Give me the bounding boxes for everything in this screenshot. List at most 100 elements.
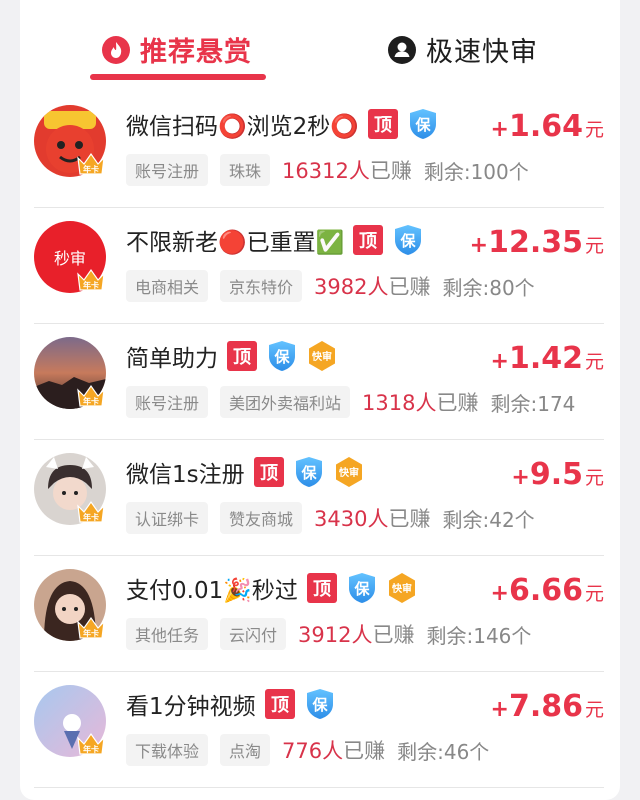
svg-text:年卡: 年卡: [83, 628, 99, 638]
user-icon: [388, 35, 416, 64]
svg-text:快审: 快审: [391, 582, 412, 595]
task-meta: 下载体验 点淘 776人已赚 剩余:46个: [126, 734, 489, 766]
task-row[interactable]: 年卡 微信扫码⭕浏览2秒⭕ 顶 保 + 1.64 元 账号注册 珠珠 16312人…: [34, 92, 604, 208]
task-category-tag: 下载体验: [126, 734, 209, 766]
task-title: 不限新老🔴已重置✅: [126, 230, 345, 256]
reward-amount: 9.5: [529, 457, 583, 492]
earned-number: 3982人: [314, 275, 389, 299]
task-merchant-tag: 赞友商城: [220, 502, 303, 534]
task-merchant-tag: 珠珠: [220, 154, 271, 186]
top-badge-icon: 顶: [367, 108, 399, 140]
reward-unit: 元: [584, 351, 604, 373]
earned-number: 1318人: [362, 391, 437, 415]
earned-count: 1318人已赚: [362, 387, 478, 417]
remaining-count: 剩余:146个: [426, 623, 532, 648]
reward-sign: +: [490, 117, 509, 142]
svg-text:保: 保: [300, 464, 317, 482]
task-meta: 电商相关 京东特价 3982人已赚 剩余:80个: [126, 270, 535, 302]
task-merchant-tag: 美团外卖福利站: [220, 386, 351, 418]
guarantee-shield-icon: 保: [346, 572, 378, 604]
task-category-tag: 其他任务: [126, 618, 209, 650]
task-title: 支付0.01🎉秒过: [126, 578, 298, 604]
svg-text:顶: 顶: [271, 695, 289, 716]
svg-text:保: 保: [273, 348, 290, 366]
task-merchant-tag: 云闪付: [220, 618, 287, 650]
svg-text:保: 保: [353, 580, 370, 598]
guarantee-shield-icon: 保: [266, 340, 298, 372]
reward-sign: +: [469, 233, 489, 258]
earned-suffix: 已赚: [388, 507, 431, 531]
task-merchant-tag: 点淘: [220, 734, 271, 766]
vip-crown-icon: 年卡: [74, 732, 108, 756]
top-badge-icon: 顶: [352, 224, 384, 256]
task-meta: 账号注册 美团外卖福利站 1318人已赚 剩余:174: [126, 386, 575, 418]
reward-unit: 元: [584, 583, 604, 605]
task-title-line: 微信1s注册 顶 保 快审: [126, 454, 365, 490]
reward-sign: +: [490, 349, 509, 374]
task-title-line: 简单助力 顶 保 快审: [126, 338, 338, 374]
flame-icon: [102, 35, 130, 64]
reward-amount: 6.66: [508, 573, 583, 608]
earned-suffix: 已赚: [388, 275, 431, 299]
reward-unit: 元: [584, 699, 604, 721]
tab-recommended[interactable]: 推荐悬赏: [102, 30, 252, 69]
earned-count: 16312人已赚: [282, 155, 412, 185]
task-title-line: 微信扫码⭕浏览2秒⭕ 顶 保: [126, 106, 439, 142]
svg-text:年卡: 年卡: [83, 164, 99, 174]
guarantee-shield-icon: 保: [407, 108, 439, 140]
reward-sign: +: [490, 581, 509, 606]
task-category-tag: 账号注册: [126, 154, 209, 186]
earned-suffix: 已赚: [436, 391, 479, 415]
task-title-line: 不限新老🔴已重置✅ 顶 保: [126, 222, 424, 258]
fast-review-badge-icon: 快审: [333, 456, 365, 488]
reward-amount: 12.35: [488, 225, 583, 260]
task-reward: + 7.86 元: [491, 689, 604, 724]
task-reward: + 1.42 元: [491, 341, 604, 376]
svg-text:保: 保: [311, 696, 328, 714]
vip-crown-icon: 年卡: [74, 616, 108, 640]
task-reward: + 1.64 元: [491, 109, 604, 144]
remaining-count: 剩余:100个: [423, 159, 529, 184]
svg-text:保: 保: [400, 232, 417, 250]
remaining-count: 剩余:42个: [442, 507, 535, 532]
reward-unit: 元: [584, 119, 604, 141]
vip-crown-icon: 年卡: [74, 268, 108, 292]
task-title: 微信1s注册: [126, 462, 245, 488]
reward-amount: 1.42: [508, 341, 583, 376]
task-row[interactable]: 年卡 看1分钟视频 顶 保 + 7.86 元 下载体验 点淘 776人已赚 剩余:…: [34, 672, 604, 788]
reward-amount: 7.86: [508, 689, 583, 724]
active-tab-indicator: [90, 74, 266, 80]
earned-suffix: 已赚: [372, 623, 415, 647]
task-category-tag: 认证绑卡: [126, 502, 209, 534]
task-title: 微信扫码⭕浏览2秒⭕: [126, 114, 359, 140]
tab-fast-review-label: 极速快审: [426, 37, 538, 68]
task-reward: + 12.35 元: [470, 225, 604, 260]
task-row[interactable]: 年卡 简单助力 顶 保 快审 + 1.42 元 账号注册 美团外卖福利站 1318人…: [34, 324, 604, 440]
earned-number: 3430人: [314, 507, 389, 531]
svg-text:年卡: 年卡: [83, 512, 99, 522]
fast-review-badge-icon: 快审: [386, 572, 418, 604]
reward-unit: 元: [584, 235, 604, 257]
vip-crown-icon: 年卡: [74, 384, 108, 408]
vip-crown-icon: 年卡: [74, 152, 108, 176]
task-title: 简单助力: [126, 346, 218, 372]
task-meta: 账号注册 珠珠 16312人已赚 剩余:100个: [126, 154, 529, 186]
task-row[interactable]: 年卡 微信1s注册 顶 保 快审 + 9.5 元 认证绑卡 赞友商城 3430人已赚…: [34, 440, 604, 556]
task-row[interactable]: 年卡 支付0.01🎉秒过 顶 保 快审 + 6.66 元 其他任务 云闪付 3912…: [34, 556, 604, 672]
tab-recommended-label: 推荐悬赏: [140, 37, 252, 68]
svg-text:快审: 快审: [311, 350, 332, 363]
earned-number: 16312人: [282, 159, 370, 183]
svg-text:顶: 顶: [359, 231, 377, 252]
task-row[interactable]: 秒审 年卡 不限新老🔴已重置✅ 顶保 + 12.35 元 电商相关 京东特价 3…: [34, 208, 604, 324]
task-category-tag: 账号注册: [126, 386, 209, 418]
tab-fast-review[interactable]: 极速快审: [388, 30, 538, 69]
reward-amount: 1.64: [508, 109, 583, 144]
earned-count: 776人已赚: [282, 735, 385, 765]
tab-bar: 推荐悬赏 极速快审: [20, 0, 620, 92]
task-merchant-tag: 京东特价: [220, 270, 303, 302]
task-category-tag: 电商相关: [126, 270, 209, 302]
top-badge-icon: 顶: [264, 688, 296, 720]
task-list-card: 推荐悬赏 极速快审 年卡 微信扫码⭕浏览2秒⭕ 顶保 + 1.64 元 账号注册…: [20, 0, 620, 800]
guarantee-shield-icon: 保: [392, 224, 424, 256]
guarantee-shield-icon: 保: [304, 688, 336, 720]
